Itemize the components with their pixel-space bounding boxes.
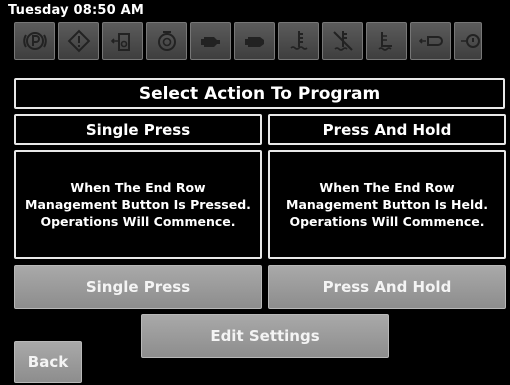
press-and-hold-description: When The End Row Management Button Is He…	[268, 150, 506, 259]
hydraulic-fluid-icon[interactable]	[102, 22, 143, 60]
engine-alt-icon[interactable]	[234, 22, 275, 60]
description-line: When The End Row	[70, 180, 206, 195]
single-press-header: Single Press	[14, 114, 262, 145]
engine-icon[interactable]	[190, 22, 231, 60]
description-line: Management Button Is Held.	[286, 197, 488, 212]
press-and-hold-button[interactable]: Press And Hold	[268, 265, 506, 309]
single-press-description: When The End Row Management Button Is Pr…	[14, 150, 262, 259]
coolant-icon[interactable]	[278, 22, 319, 60]
parking-brake-icon[interactable]	[14, 22, 55, 60]
press-and-hold-header: Press And Hold	[268, 114, 506, 145]
transmission-oil-icon[interactable]	[146, 22, 187, 60]
coolant-alert-icon[interactable]	[322, 22, 363, 60]
warning-icon[interactable]	[58, 22, 99, 60]
indicator-toolbar	[14, 22, 482, 60]
description-line: When The End Row	[319, 180, 455, 195]
description-line: Management Button Is Pressed.	[25, 197, 251, 212]
description-line: Operations Will Commence.	[40, 214, 236, 229]
air-filter-icon[interactable]	[410, 22, 451, 60]
page-title: Select Action To Program	[14, 78, 505, 109]
status-datetime: Tuesday 08:50 AM	[8, 3, 145, 18]
description-line: Operations Will Commence.	[289, 214, 485, 229]
fuel-level-icon[interactable]	[366, 22, 407, 60]
edit-settings-button[interactable]: Edit Settings	[141, 314, 389, 358]
oil-pressure-icon[interactable]	[454, 22, 482, 60]
back-button[interactable]: Back	[14, 341, 82, 383]
single-press-button[interactable]: Single Press	[14, 265, 262, 309]
